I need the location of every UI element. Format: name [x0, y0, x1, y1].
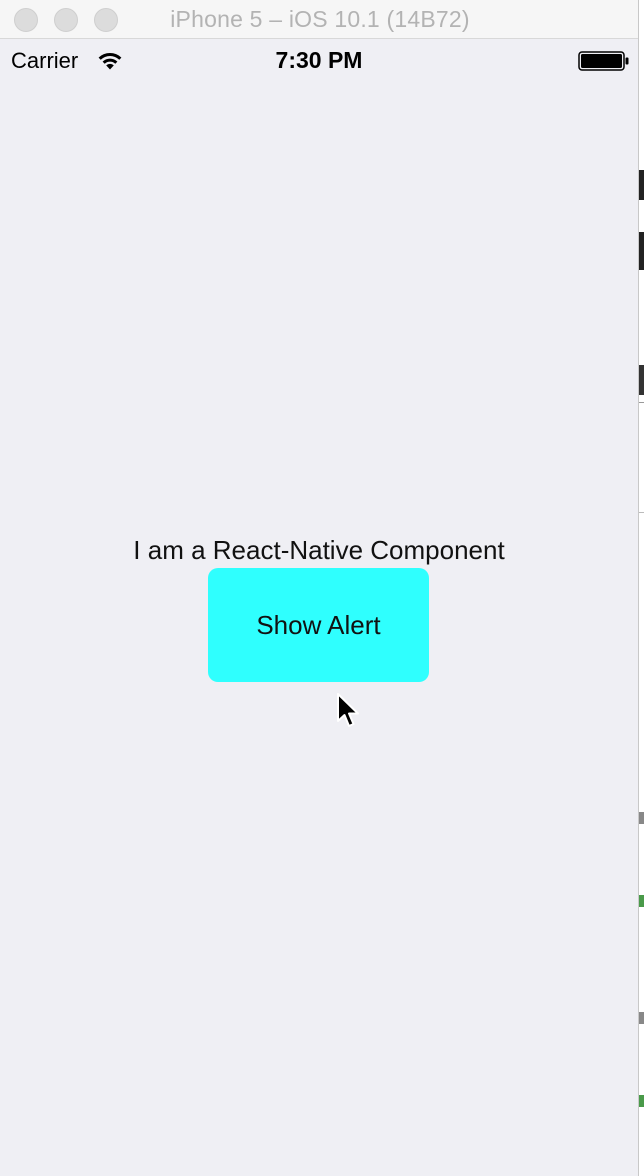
- background-window-fragment: [639, 170, 644, 200]
- background-window-fragment: [639, 365, 644, 395]
- status-time: 7:30 PM: [275, 47, 363, 73]
- device-screen: Carrier 7:30 PM I am a React-Native Comp…: [0, 39, 638, 1176]
- background-window-fragment: [639, 812, 644, 824]
- window-title: iPhone 5 – iOS 10.1 (14B72): [170, 6, 470, 32]
- background-window-fragment: [639, 1095, 644, 1107]
- battery-icon: [578, 51, 629, 71]
- mouse-cursor-icon: [337, 693, 359, 727]
- status-bar: Carrier 7:30 PM: [0, 39, 638, 81]
- component-label: I am a React-Native Component: [133, 535, 505, 565]
- window-titlebar: iPhone 5 – iOS 10.1 (14B72): [0, 0, 640, 39]
- background-window-fragment: [639, 895, 644, 907]
- simulator-window: iPhone 5 – iOS 10.1 (14B72) Carrier 7:30…: [0, 0, 644, 1176]
- background-window-fragment: [639, 232, 644, 270]
- background-window-fragment: [639, 402, 644, 403]
- background-window-fragment: [639, 512, 644, 513]
- show-alert-button[interactable]: Show Alert: [208, 568, 429, 682]
- background-window-fragment: [639, 1012, 644, 1024]
- background-window-edge: [638, 0, 644, 1176]
